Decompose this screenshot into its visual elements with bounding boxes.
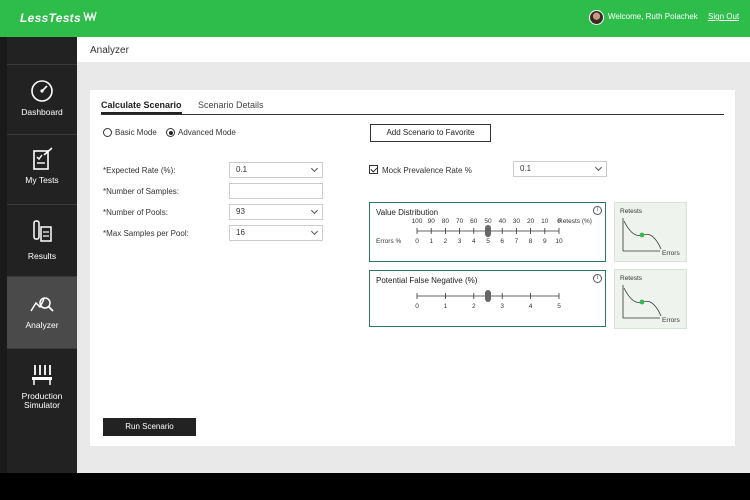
chevron-down-icon bbox=[310, 164, 319, 173]
app-logo-text: LessTests bbox=[20, 11, 81, 25]
slider-handle[interactable] bbox=[485, 290, 491, 302]
errors-tick-label: 4 bbox=[472, 238, 476, 245]
retests-tick-label: 50 bbox=[484, 218, 492, 225]
sidebar-item-dashboard[interactable]: Dashboard bbox=[7, 64, 77, 134]
chart-magnifier-icon bbox=[30, 297, 54, 312]
retests-label: Retests (%) bbox=[558, 218, 592, 225]
errors-tick-label: 8 bbox=[529, 238, 533, 245]
retests-tick-label: 90 bbox=[428, 218, 436, 225]
mock-prevalence-checkbox[interactable] bbox=[369, 165, 378, 174]
chevron-down-icon bbox=[594, 163, 603, 172]
retests-tick-label: 30 bbox=[513, 218, 521, 225]
sidebar-item-analyzer[interactable]: Analyzer bbox=[7, 276, 77, 348]
expected-rate-label: *Expected Rate (%): bbox=[103, 166, 176, 175]
false-negative-tick-label: 1 bbox=[444, 303, 448, 310]
false-negative-tick-label: 4 bbox=[529, 303, 533, 310]
logo-mark-icon bbox=[83, 11, 97, 21]
sidebar-item-label: Results bbox=[27, 251, 57, 261]
false-negative-panel: Potential False Negative (%) i 012345 bbox=[369, 270, 606, 327]
errors-tick-label: 2 bbox=[444, 238, 448, 245]
sidebar-item-results[interactable]: Results bbox=[7, 204, 77, 276]
chevron-down-icon bbox=[310, 206, 319, 215]
false-negative-tick-label: 3 bbox=[500, 303, 504, 310]
errors-label: Errors % bbox=[376, 238, 402, 245]
run-scenario-button[interactable]: Run Scenario bbox=[103, 418, 196, 436]
num-pools-value: 93 bbox=[236, 207, 245, 216]
mock-prevalence-label: Mock Prevalence Rate % bbox=[382, 166, 472, 175]
errors-tick-label: 7 bbox=[515, 238, 519, 245]
page-header: Analyzer bbox=[77, 37, 750, 62]
errors-tick-label: 3 bbox=[458, 238, 462, 245]
sign-out-link[interactable]: Sign Out bbox=[708, 12, 739, 21]
retests-tick-label: 40 bbox=[499, 218, 507, 225]
max-samples-value: 16 bbox=[236, 228, 245, 237]
main-area: Analyzer Calculate Scenario Scenario Det… bbox=[77, 37, 750, 473]
false-negative-tick-label: 5 bbox=[557, 303, 561, 310]
false-negative-tick-label: 0 bbox=[415, 303, 419, 310]
advanced-mode-label: Advanced Mode bbox=[178, 128, 236, 137]
errors-tick-label: 1 bbox=[429, 238, 433, 245]
scenario-card: Calculate Scenario Scenario Details Basi… bbox=[90, 90, 735, 446]
false-negative-slider[interactable]: 0 1 2 3 4 5 bbox=[370, 271, 605, 326]
tab-scenario-details[interactable]: Scenario Details bbox=[198, 100, 264, 110]
value-distribution-panel: Value Distribution i Errors % Retests (%… bbox=[369, 202, 606, 262]
advanced-mode-radio[interactable]: Advanced Mode bbox=[166, 128, 236, 137]
tab-calculate-scenario[interactable]: Calculate Scenario bbox=[101, 100, 182, 114]
max-samples-label: *Max Samples per Pool: bbox=[103, 229, 189, 238]
sidebar: Dashboard My Tests Results Analyzer Prod… bbox=[7, 37, 77, 473]
expected-rate-select[interactable]: 0.1 bbox=[229, 162, 323, 178]
errors-tick-label: 9 bbox=[543, 238, 547, 245]
errors-tick-label: 10 bbox=[555, 238, 563, 245]
value-distribution-slider[interactable]: Errors % Retests (%) 0100190280370460550… bbox=[370, 203, 605, 261]
mock-prevalence-value: 0.1 bbox=[520, 164, 532, 173]
max-samples-select[interactable]: 16 bbox=[229, 225, 323, 241]
sidebar-item-label: Dashboard bbox=[21, 107, 63, 117]
retests-tick-label: 0 bbox=[557, 218, 561, 225]
avatar[interactable] bbox=[589, 10, 604, 25]
welcome-text: Welcome, Ruth Polachek bbox=[608, 12, 698, 21]
errors-tick-label: 6 bbox=[500, 238, 504, 245]
tab-divider bbox=[101, 114, 724, 115]
sidebar-item-production-simulator[interactable]: Production Simulator bbox=[7, 348, 77, 420]
bottom-bar bbox=[0, 473, 750, 500]
radio-dot bbox=[103, 128, 112, 137]
page-title: Analyzer bbox=[90, 45, 129, 56]
mini-chart-x-label: Errors bbox=[662, 250, 680, 257]
num-pools-label: *Number of Pools: bbox=[103, 208, 168, 217]
sidebar-item-label: Production Simulator bbox=[21, 391, 63, 410]
num-samples-input[interactable] bbox=[229, 183, 323, 199]
num-pools-select[interactable]: 93 bbox=[229, 204, 323, 220]
test-tube-icon bbox=[33, 220, 52, 242]
retests-tick-label: 100 bbox=[412, 218, 423, 225]
false-negative-tick-label: 2 bbox=[472, 303, 476, 310]
tube-rack-icon bbox=[32, 365, 52, 385]
num-samples-label: *Number of Samples: bbox=[103, 187, 180, 196]
add-favorite-button[interactable]: Add Scenario to Favorite bbox=[370, 124, 491, 142]
app-logo[interactable]: LessTests bbox=[20, 11, 97, 25]
gauge-icon bbox=[31, 80, 53, 102]
expected-rate-value: 0.1 bbox=[236, 165, 248, 174]
slider-handle[interactable] bbox=[485, 225, 491, 237]
retests-errors-chart-top: Retests Errors bbox=[614, 202, 687, 262]
mini-chart-x-label: Errors bbox=[662, 317, 680, 324]
errors-tick-label: 0 bbox=[415, 238, 419, 245]
retests-tick-label: 10 bbox=[541, 218, 549, 225]
retests-tick-label: 70 bbox=[456, 218, 464, 225]
retests-errors-chart-bottom: Retests Errors bbox=[614, 269, 687, 329]
retests-tick-label: 80 bbox=[442, 218, 450, 225]
basic-mode-radio[interactable]: Basic Mode bbox=[103, 128, 157, 137]
mock-prevalence-select[interactable]: 0.1 bbox=[513, 161, 607, 177]
sidebar-item-label: Analyzer bbox=[25, 320, 59, 330]
sidebar-item-my-tests[interactable]: My Tests bbox=[7, 134, 77, 204]
retests-tick-label: 20 bbox=[527, 218, 535, 225]
top-bar: LessTests Welcome, Ruth Polachek Sign Ou… bbox=[0, 0, 750, 37]
retests-tick-label: 60 bbox=[470, 218, 478, 225]
sidebar-item-label: My Tests bbox=[25, 175, 59, 185]
radio-dot bbox=[166, 128, 175, 137]
chevron-down-icon bbox=[310, 227, 319, 236]
errors-tick-label: 5 bbox=[486, 238, 490, 245]
basic-mode-label: Basic Mode bbox=[115, 128, 157, 137]
clipboard-check-icon bbox=[33, 147, 53, 170]
